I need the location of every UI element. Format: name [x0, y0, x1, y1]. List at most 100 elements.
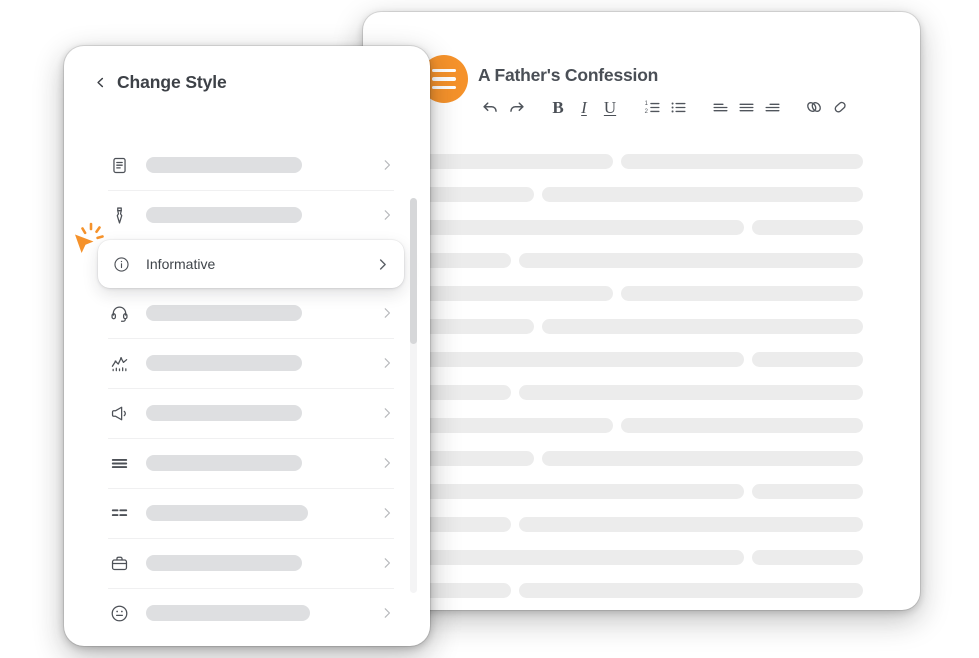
document-text-placeholder-bar — [418, 517, 511, 532]
document-text-placeholder-bar — [418, 319, 535, 334]
document-header: A Father's Confession B I U 1 2 — [363, 12, 920, 120]
document-text-placeholder-bar — [418, 451, 535, 466]
align-left-icon[interactable] — [707, 94, 733, 120]
chevron-right-icon[interactable] — [380, 456, 394, 470]
align-center-icon[interactable] — [733, 94, 759, 120]
style-list-item-placeholder-bar — [146, 405, 302, 421]
style-list-item-option-2[interactable] — [108, 190, 394, 240]
document-text-placeholder-bar — [542, 187, 864, 202]
style-list-item-option-8[interactable] — [108, 488, 394, 538]
bold-glyph: B — [552, 97, 564, 117]
document-text-placeholder-bar — [519, 385, 864, 400]
chevron-right-icon[interactable] — [380, 356, 394, 370]
document-text-placeholder-bar — [418, 550, 744, 565]
document-line-row — [418, 286, 883, 301]
document-text-icon — [108, 154, 130, 176]
chevron-right-icon[interactable] — [380, 606, 394, 620]
list-blocks-icon — [108, 502, 130, 524]
document-line-row — [418, 352, 883, 367]
style-list-item-option-7[interactable] — [108, 438, 394, 488]
redo-icon[interactable] — [503, 94, 529, 120]
megaphone-icon — [108, 402, 130, 424]
style-list-item-placeholder-bar — [146, 455, 302, 471]
document-editor-window: A Father's Confession B I U 1 2 — [363, 12, 920, 610]
document-line-row — [418, 451, 883, 466]
document-text-placeholder-bar — [418, 286, 614, 301]
document-line-row — [418, 253, 883, 268]
document-text-placeholder-bar — [621, 418, 864, 433]
chevron-right-icon[interactable] — [380, 406, 394, 420]
style-list-item-option-4[interactable] — [108, 288, 394, 338]
style-list-item-option-9[interactable] — [108, 538, 394, 588]
clear-format-icon[interactable] — [827, 94, 853, 120]
undo-icon[interactable] — [477, 94, 503, 120]
document-line-row — [418, 517, 883, 532]
scrollbar-thumb[interactable] — [410, 198, 417, 344]
document-text-placeholder-bar — [418, 220, 744, 235]
document-line-row — [418, 418, 883, 433]
document-line-row — [418, 319, 883, 334]
italic-icon[interactable]: I — [571, 94, 597, 120]
style-list-item-placeholder-bar — [146, 505, 308, 521]
document-text-placeholder-bar — [418, 187, 535, 202]
style-list-item-placeholder-bar — [146, 355, 302, 371]
briefcase-icon — [108, 552, 130, 574]
link-icon[interactable] — [801, 94, 827, 120]
style-list-item-option-5[interactable] — [108, 338, 394, 388]
screenshot-root: A Father's Confession B I U 1 2 Change S… — [0, 0, 979, 658]
panel-scrollbar[interactable] — [410, 198, 417, 593]
style-list-item-placeholder-bar — [146, 305, 302, 321]
headset-icon — [108, 302, 130, 324]
logo-line-3 — [432, 85, 456, 90]
document-line-row — [418, 220, 883, 235]
document-text-placeholder-bar — [418, 385, 511, 400]
style-list-item-option-6[interactable] — [108, 388, 394, 438]
document-text-placeholder-bar — [418, 484, 744, 499]
document-text-placeholder-bar — [418, 154, 614, 169]
svg-text:2: 2 — [644, 109, 647, 115]
underline-icon[interactable]: U — [597, 94, 623, 120]
chevron-right-icon[interactable] — [380, 506, 394, 520]
style-list-item-option-1[interactable] — [108, 140, 394, 190]
change-style-panel: Change Style Informative — [64, 46, 430, 646]
underline-glyph: U — [603, 97, 617, 117]
style-list-item-placeholder-bar — [146, 207, 302, 223]
smiley-icon — [108, 602, 130, 624]
chevron-right-icon[interactable] — [380, 208, 394, 222]
numbered-list-icon[interactable]: 1 2 — [639, 94, 665, 120]
chevron-right-icon[interactable] — [380, 556, 394, 570]
chevron-right-icon[interactable] — [375, 257, 390, 272]
chevron-right-icon[interactable] — [380, 158, 394, 172]
document-text-placeholder-bar — [751, 352, 864, 367]
document-text-placeholder-bar — [542, 451, 864, 466]
style-list-item-placeholder-bar — [146, 157, 302, 173]
svg-text:1: 1 — [644, 101, 647, 107]
document-line-row — [418, 550, 883, 565]
bold-icon[interactable]: B — [545, 94, 571, 120]
align-right-icon[interactable] — [759, 94, 785, 120]
style-list-item-option-10[interactable] — [108, 588, 394, 638]
style-list-item-label: Informative — [146, 256, 216, 272]
document-text-placeholder-bar — [621, 154, 864, 169]
style-list-item-placeholder-bar — [146, 555, 302, 571]
logo-line-1 — [432, 68, 456, 73]
info-circle-icon — [110, 253, 132, 275]
panel-header: Change Style — [64, 46, 430, 93]
document-text-placeholder-bar — [519, 517, 864, 532]
document-line-row — [418, 385, 883, 400]
formatting-toolbar: B I U 1 2 — [477, 94, 853, 120]
style-list-item-informative[interactable]: Informative — [98, 240, 404, 288]
italic-glyph: I — [581, 97, 587, 117]
document-body-placeholder — [363, 122, 920, 610]
bulleted-list-icon[interactable] — [665, 94, 691, 120]
chevron-right-icon[interactable] — [380, 306, 394, 320]
style-option-list: Informative — [64, 128, 430, 646]
document-text-placeholder-bar — [418, 418, 614, 433]
document-line-row — [418, 154, 883, 169]
document-text-placeholder-bar — [418, 253, 511, 268]
document-text-placeholder-bar — [519, 583, 864, 598]
document-line-row — [418, 484, 883, 499]
chevron-left-icon[interactable] — [94, 74, 107, 91]
document-text-placeholder-bar — [621, 286, 864, 301]
document-text-placeholder-bar — [751, 550, 864, 565]
